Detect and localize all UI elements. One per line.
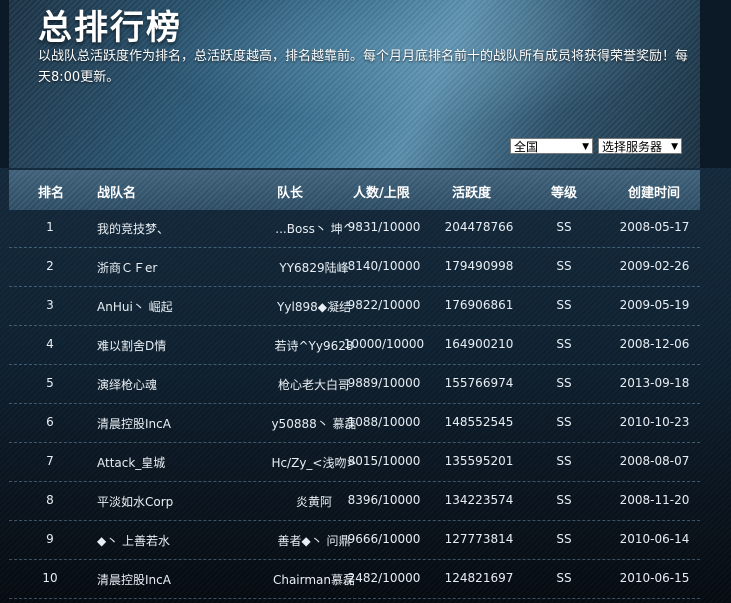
members-cell: 8015/10000 xyxy=(347,454,421,468)
column-header-created: 创建时间 xyxy=(628,186,681,201)
created-date-cell: 2010-06-15 xyxy=(619,571,690,585)
activity-cell: 148552545 xyxy=(444,415,514,429)
level-cell: SS xyxy=(556,415,572,429)
level-cell: SS xyxy=(556,493,572,507)
level-cell: SS xyxy=(556,454,572,468)
rank-cell: 2 xyxy=(46,259,54,273)
activity-cell: 176906861 xyxy=(444,298,514,312)
dropdown-arrow-icon: ▼ xyxy=(582,142,589,152)
level-cell: SS xyxy=(556,337,572,351)
created-date-cell: 2010-06-14 xyxy=(619,532,690,546)
page-description: 以战队总活跃度作为排名，总活跃度越高，排名越靠前。每个月月底排名前十的战队所有成… xyxy=(38,49,689,85)
table-row: 5 演绎枪心魂 枪心老大白哥 9889/10000 155766974 SS 2013-09… xyxy=(9,366,700,404)
table-row: 7 Attack_皇城 Hc/Zy_<浅吻> 8015/10000 135595201 S… xyxy=(9,444,700,482)
dropdown-arrow-icon: ▼ xyxy=(671,142,678,152)
level-cell: SS xyxy=(556,259,572,273)
column-header-leader: 队长 xyxy=(277,186,304,201)
members-cell: 8140/10000 xyxy=(347,259,421,273)
rank-cell: 10 xyxy=(42,571,58,585)
rank-cell: 1 xyxy=(46,220,54,234)
rank-cell: 5 xyxy=(46,376,54,390)
level-cell: SS xyxy=(556,298,572,312)
region-select[interactable]: 全国 ▼ xyxy=(510,138,593,154)
team-name-cell[interactable]: ◆丶 上善若水 xyxy=(97,532,170,549)
created-date-cell: 2008-05-17 xyxy=(619,220,690,234)
activity-cell: 204478766 xyxy=(444,220,514,234)
server-select-value: 选择服务器 xyxy=(602,140,663,154)
members-cell: 2482/10000 xyxy=(347,571,421,585)
column-header-team-name: 战队名 xyxy=(97,186,137,201)
activity-cell: 127773814 xyxy=(444,532,514,546)
rank-cell: 3 xyxy=(46,298,54,312)
activity-cell: 124821697 xyxy=(444,571,514,585)
team-name-cell[interactable]: 清晨控股IncA xyxy=(97,571,171,588)
server-select[interactable]: 选择服务器 ▼ xyxy=(598,138,682,154)
table-row: 8 平淡如水Corp 炎黄阿 8396/10000 134223574 SS 2008-11… xyxy=(9,483,700,521)
members-cell: 10000/10000 xyxy=(343,337,425,351)
activity-cell: 155766974 xyxy=(444,376,514,390)
rank-cell: 6 xyxy=(46,415,54,429)
members-cell: 9822/10000 xyxy=(347,298,421,312)
column-header-members: 人数/上限 xyxy=(353,186,410,201)
table-row: 9 ◆丶 上善若水 善者◆丶 问鼎 9666/10000 127773814 SS 2010… xyxy=(9,522,700,560)
created-date-cell: 2013-09-18 xyxy=(619,376,690,390)
activity-cell: 164900210 xyxy=(444,337,514,351)
members-cell: 9831/10000 xyxy=(347,220,421,234)
rank-cell: 7 xyxy=(46,454,54,468)
rank-cell: 4 xyxy=(46,337,54,351)
created-date-cell: 2009-05-19 xyxy=(619,298,690,312)
table-header: 排名 战队名 队长 人数/上限 活跃度 等级 创建时间 xyxy=(9,170,700,210)
activity-cell: 179490998 xyxy=(444,259,514,273)
team-name-cell[interactable]: 难以割舍D情 xyxy=(97,337,166,354)
activity-cell: 135595201 xyxy=(444,454,514,468)
column-header-level: 等级 xyxy=(551,186,578,201)
table-row: 6 清晨控股IncA y50888丶 慕磊 1088/10000 148552545 SS… xyxy=(9,405,700,443)
column-header-rank: 排名 xyxy=(38,186,65,201)
members-cell: 9666/10000 xyxy=(347,532,421,546)
team-name-cell[interactable]: 平淡如水Corp xyxy=(97,493,173,510)
level-cell: SS xyxy=(556,532,572,546)
table-row: 3 AnHui丶 崛起 Yyl898◆凝结 9822/10000 176906861 SS… xyxy=(9,288,700,326)
team-name-cell[interactable]: 清晨控股IncA xyxy=(97,415,171,432)
members-cell: 8396/10000 xyxy=(347,493,421,507)
level-cell: SS xyxy=(556,376,572,390)
team-name-cell[interactable]: 我的竞技梦、 xyxy=(97,220,169,237)
page-title: 总排行榜 xyxy=(38,8,182,48)
rank-cell: 8 xyxy=(46,493,54,507)
team-name-cell[interactable]: 浙商ＣＦer xyxy=(97,259,157,276)
members-cell: 9889/10000 xyxy=(347,376,421,390)
activity-cell: 134223574 xyxy=(444,493,514,507)
members-cell: 1088/10000 xyxy=(347,415,421,429)
created-date-cell: 2009-02-26 xyxy=(619,259,690,273)
table-row: 2 浙商ＣＦer YY6829陆峰 8140/10000 179490998 SS 2009… xyxy=(9,249,700,287)
level-cell: SS xyxy=(556,571,572,585)
created-date-cell: 2010-10-23 xyxy=(619,415,690,429)
level-cell: SS xyxy=(556,220,572,234)
table-row: 4 难以割舍D情 若诗^Yy9628 10000/10000 164900210 SS 20… xyxy=(9,327,700,365)
team-name-cell[interactable]: AnHui丶 崛起 xyxy=(97,298,173,315)
team-name-cell[interactable]: Attack_皇城 xyxy=(97,454,165,471)
created-date-cell: 2008-11-20 xyxy=(619,493,690,507)
table-row: 10 清晨控股IncA Chairman慕磊 2482/10000 124821697 S… xyxy=(9,561,700,599)
table-row: 1 我的竞技梦、 ...Boss丶 坤^ 9831/10000 204478766 SS 2… xyxy=(9,210,700,248)
rank-cell: 9 xyxy=(46,532,54,546)
region-select-value: 全国 xyxy=(514,140,539,154)
team-name-cell[interactable]: 演绎枪心魂 xyxy=(97,376,157,393)
created-date-cell: 2008-12-06 xyxy=(619,337,690,351)
column-header-activity: 活跃度 xyxy=(452,186,492,201)
created-date-cell: 2008-08-07 xyxy=(619,454,690,468)
